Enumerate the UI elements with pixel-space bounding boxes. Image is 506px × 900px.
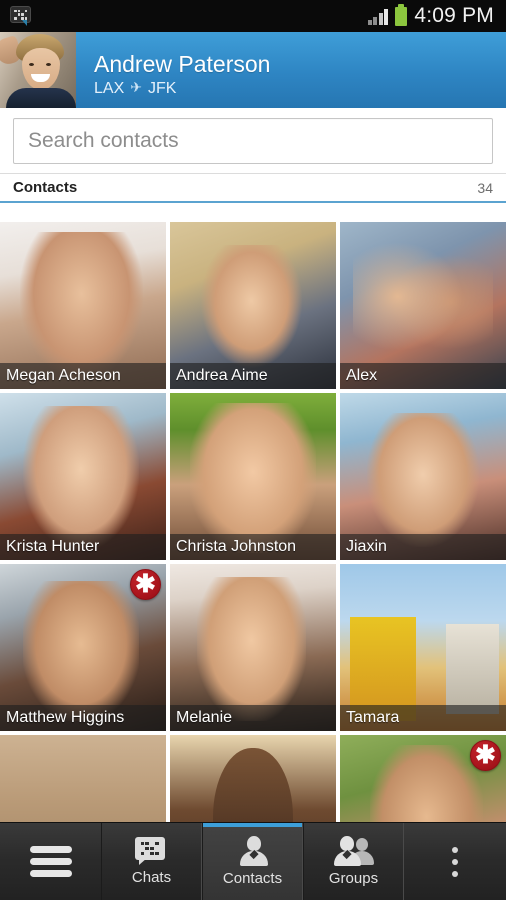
tab-chats-label: Chats bbox=[131, 869, 172, 886]
contact-tile[interactable]: Christa Johnston bbox=[170, 393, 336, 560]
bbm-message-icon bbox=[10, 6, 34, 26]
profile-name: Andrew Paterson bbox=[94, 50, 271, 77]
contact-tile[interactable] bbox=[170, 735, 336, 822]
contact-name: Megan Acheson bbox=[6, 367, 121, 384]
status-clock: 4:09 PM bbox=[414, 4, 494, 27]
contact-namebar: Jiaxin bbox=[340, 534, 506, 560]
group-people-icon bbox=[333, 836, 374, 866]
contact-name: Alex bbox=[346, 367, 378, 384]
contact-name: Christa Johnston bbox=[176, 538, 297, 555]
grid-row: Megan Acheson Andrea Aime Alex bbox=[0, 222, 506, 389]
profile-status: LAX ✈ JFK bbox=[94, 79, 270, 98]
profile-meta: Andrew Paterson LAX ✈ JFK bbox=[76, 32, 270, 108]
contact-tile[interactable]: Megan Acheson bbox=[0, 222, 166, 389]
bbm-chats-icon bbox=[134, 837, 169, 865]
contact-namebar: Christa Johnston bbox=[170, 534, 336, 560]
contact-namebar: Megan Acheson bbox=[0, 363, 166, 389]
contact-name: Jiaxin bbox=[346, 538, 387, 555]
grid-row: ✱ Matthew Higgins Melanie Tamara bbox=[0, 564, 506, 731]
contact-tile[interactable] bbox=[0, 735, 166, 822]
contact-tile[interactable]: ✱ Matthew Higgins bbox=[0, 564, 166, 731]
new-contact-badge-icon: ✱ bbox=[130, 569, 161, 600]
section-title: Contacts bbox=[13, 179, 78, 196]
app-screen: 4:09 PM Andrew Paterson LAX ✈ JFK Search… bbox=[0, 0, 506, 900]
contacts-grid[interactable]: Megan Acheson Andrea Aime Alex Krista Hu… bbox=[0, 222, 506, 822]
contact-tile[interactable]: Andrea Aime bbox=[170, 222, 336, 389]
search-container: Search contacts bbox=[0, 108, 506, 173]
contacts-section-header: Contacts 34 bbox=[0, 173, 506, 203]
airplane-icon: ✈ bbox=[130, 78, 142, 95]
search-placeholder: Search contacts bbox=[28, 129, 179, 152]
contact-name: Krista Hunter bbox=[6, 538, 100, 555]
grid-row: Krista Hunter Christa Johnston Jiaxin bbox=[0, 393, 506, 560]
tab-groups[interactable]: Groups bbox=[303, 823, 404, 900]
bottom-navigation: Chats Contacts Groups bbox=[0, 822, 506, 900]
profile-avatar[interactable] bbox=[0, 32, 76, 108]
overflow-menu-icon bbox=[451, 846, 458, 877]
contact-tile[interactable]: ✱ bbox=[340, 735, 506, 822]
status-origin: LAX bbox=[94, 79, 125, 97]
person-icon bbox=[236, 836, 270, 866]
contact-name: Tamara bbox=[346, 709, 400, 726]
contact-namebar: Tamara bbox=[340, 705, 506, 731]
tab-contacts-label: Contacts bbox=[222, 870, 283, 887]
contact-tile[interactable]: Alex bbox=[340, 222, 506, 389]
contact-tile[interactable]: Melanie bbox=[170, 564, 336, 731]
contact-namebar: Matthew Higgins bbox=[0, 705, 166, 731]
section-count: 34 bbox=[477, 179, 493, 196]
grid-row-partial: ✱ bbox=[0, 735, 506, 822]
battery-icon bbox=[395, 3, 408, 26]
hamburger-menu-icon bbox=[29, 846, 72, 877]
status-right-cluster: 4:09 PM bbox=[367, 3, 498, 28]
overflow-menu-button[interactable] bbox=[404, 823, 505, 900]
contact-tile[interactable]: Jiaxin bbox=[340, 393, 506, 560]
search-input[interactable]: Search contacts bbox=[13, 118, 493, 164]
new-contact-badge-icon: ✱ bbox=[470, 740, 501, 771]
contact-namebar: Andrea Aime bbox=[170, 363, 336, 389]
contact-name: Andrea Aime bbox=[176, 367, 268, 384]
tab-contacts[interactable]: Contacts bbox=[202, 823, 303, 900]
hamburger-menu-button[interactable] bbox=[0, 823, 101, 900]
status-destination: JFK bbox=[147, 79, 177, 97]
contact-tile[interactable]: Krista Hunter bbox=[0, 393, 166, 560]
contact-name: Matthew Higgins bbox=[6, 709, 125, 726]
contact-photo bbox=[0, 735, 166, 822]
contact-namebar: Krista Hunter bbox=[0, 534, 166, 560]
status-bar: 4:09 PM bbox=[0, 0, 506, 32]
contact-namebar: Melanie bbox=[170, 705, 336, 731]
contact-namebar: Alex bbox=[340, 363, 506, 389]
contact-photo bbox=[170, 735, 336, 822]
signal-bars-icon bbox=[367, 8, 389, 25]
profile-header[interactable]: Andrew Paterson LAX ✈ JFK bbox=[0, 32, 506, 108]
contact-tile[interactable]: Tamara bbox=[340, 564, 506, 731]
contact-name: Melanie bbox=[176, 709, 233, 726]
tab-chats[interactable]: Chats bbox=[101, 823, 202, 900]
tab-groups-label: Groups bbox=[328, 870, 379, 887]
